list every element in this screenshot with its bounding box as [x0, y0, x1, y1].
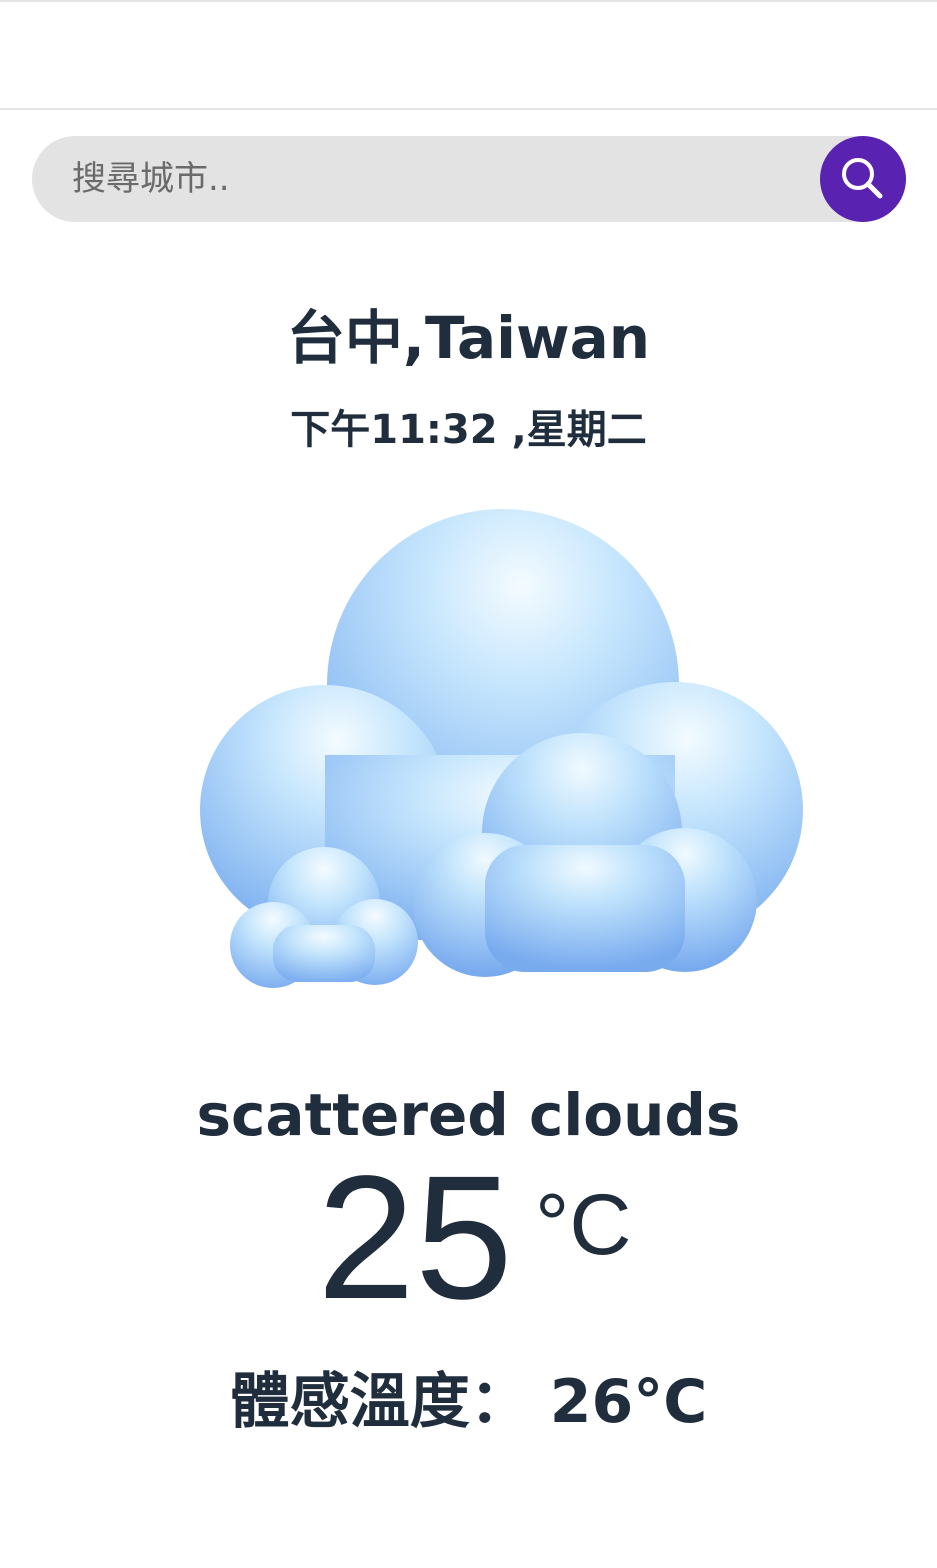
feels-like-value: 26°C — [549, 1367, 708, 1437]
search-icon — [842, 158, 883, 199]
temperature-unit: °C — [535, 1177, 632, 1273]
local-datetime: 下午11:32 ,星期二 — [290, 407, 647, 453]
top-app-bar — [0, 0, 937, 110]
cloud-icon — [200, 509, 803, 988]
search-input[interactable] — [72, 136, 812, 222]
search-bar — [32, 136, 906, 222]
feels-like: 體感溫度： 26°C — [0, 1362, 937, 1442]
temperature-value: 25 — [317, 1140, 513, 1336]
city-title: 台中,Taiwan — [286, 304, 651, 372]
search-button[interactable] — [820, 136, 906, 222]
feels-like-label: 體感溫度： — [229, 1367, 530, 1437]
temperature-display: 25 °C — [0, 1150, 937, 1330]
